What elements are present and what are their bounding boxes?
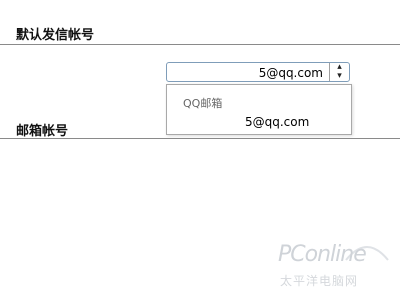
option-group-label: QQ邮箱 — [183, 97, 223, 110]
mailbox-account-title: 邮箱帐号 — [16, 124, 69, 139]
section-divider — [0, 138, 400, 139]
sender-account-select[interactable]: 5@qq.com ▴ ▾ — [166, 62, 350, 82]
select-dropdown-list: QQ邮箱 5@qq.com — [166, 84, 352, 135]
section-divider — [0, 44, 400, 45]
select-value: 5@qq.com — [258, 66, 323, 80]
select-arrows-icon[interactable]: ▴ ▾ — [329, 63, 349, 81]
watermark-subtitle: 太平洋电脑网 — [280, 274, 359, 288]
default-sender-account-title: 默认发信帐号 — [16, 28, 95, 43]
watermark-brand: PConline — [278, 242, 367, 267]
dropdown-option[interactable]: 5@qq.com — [167, 113, 351, 131]
watermark-logo: PConline 太平洋电脑网 — [278, 240, 396, 296]
dropdown-option-label: 5@qq.com — [245, 115, 310, 129]
